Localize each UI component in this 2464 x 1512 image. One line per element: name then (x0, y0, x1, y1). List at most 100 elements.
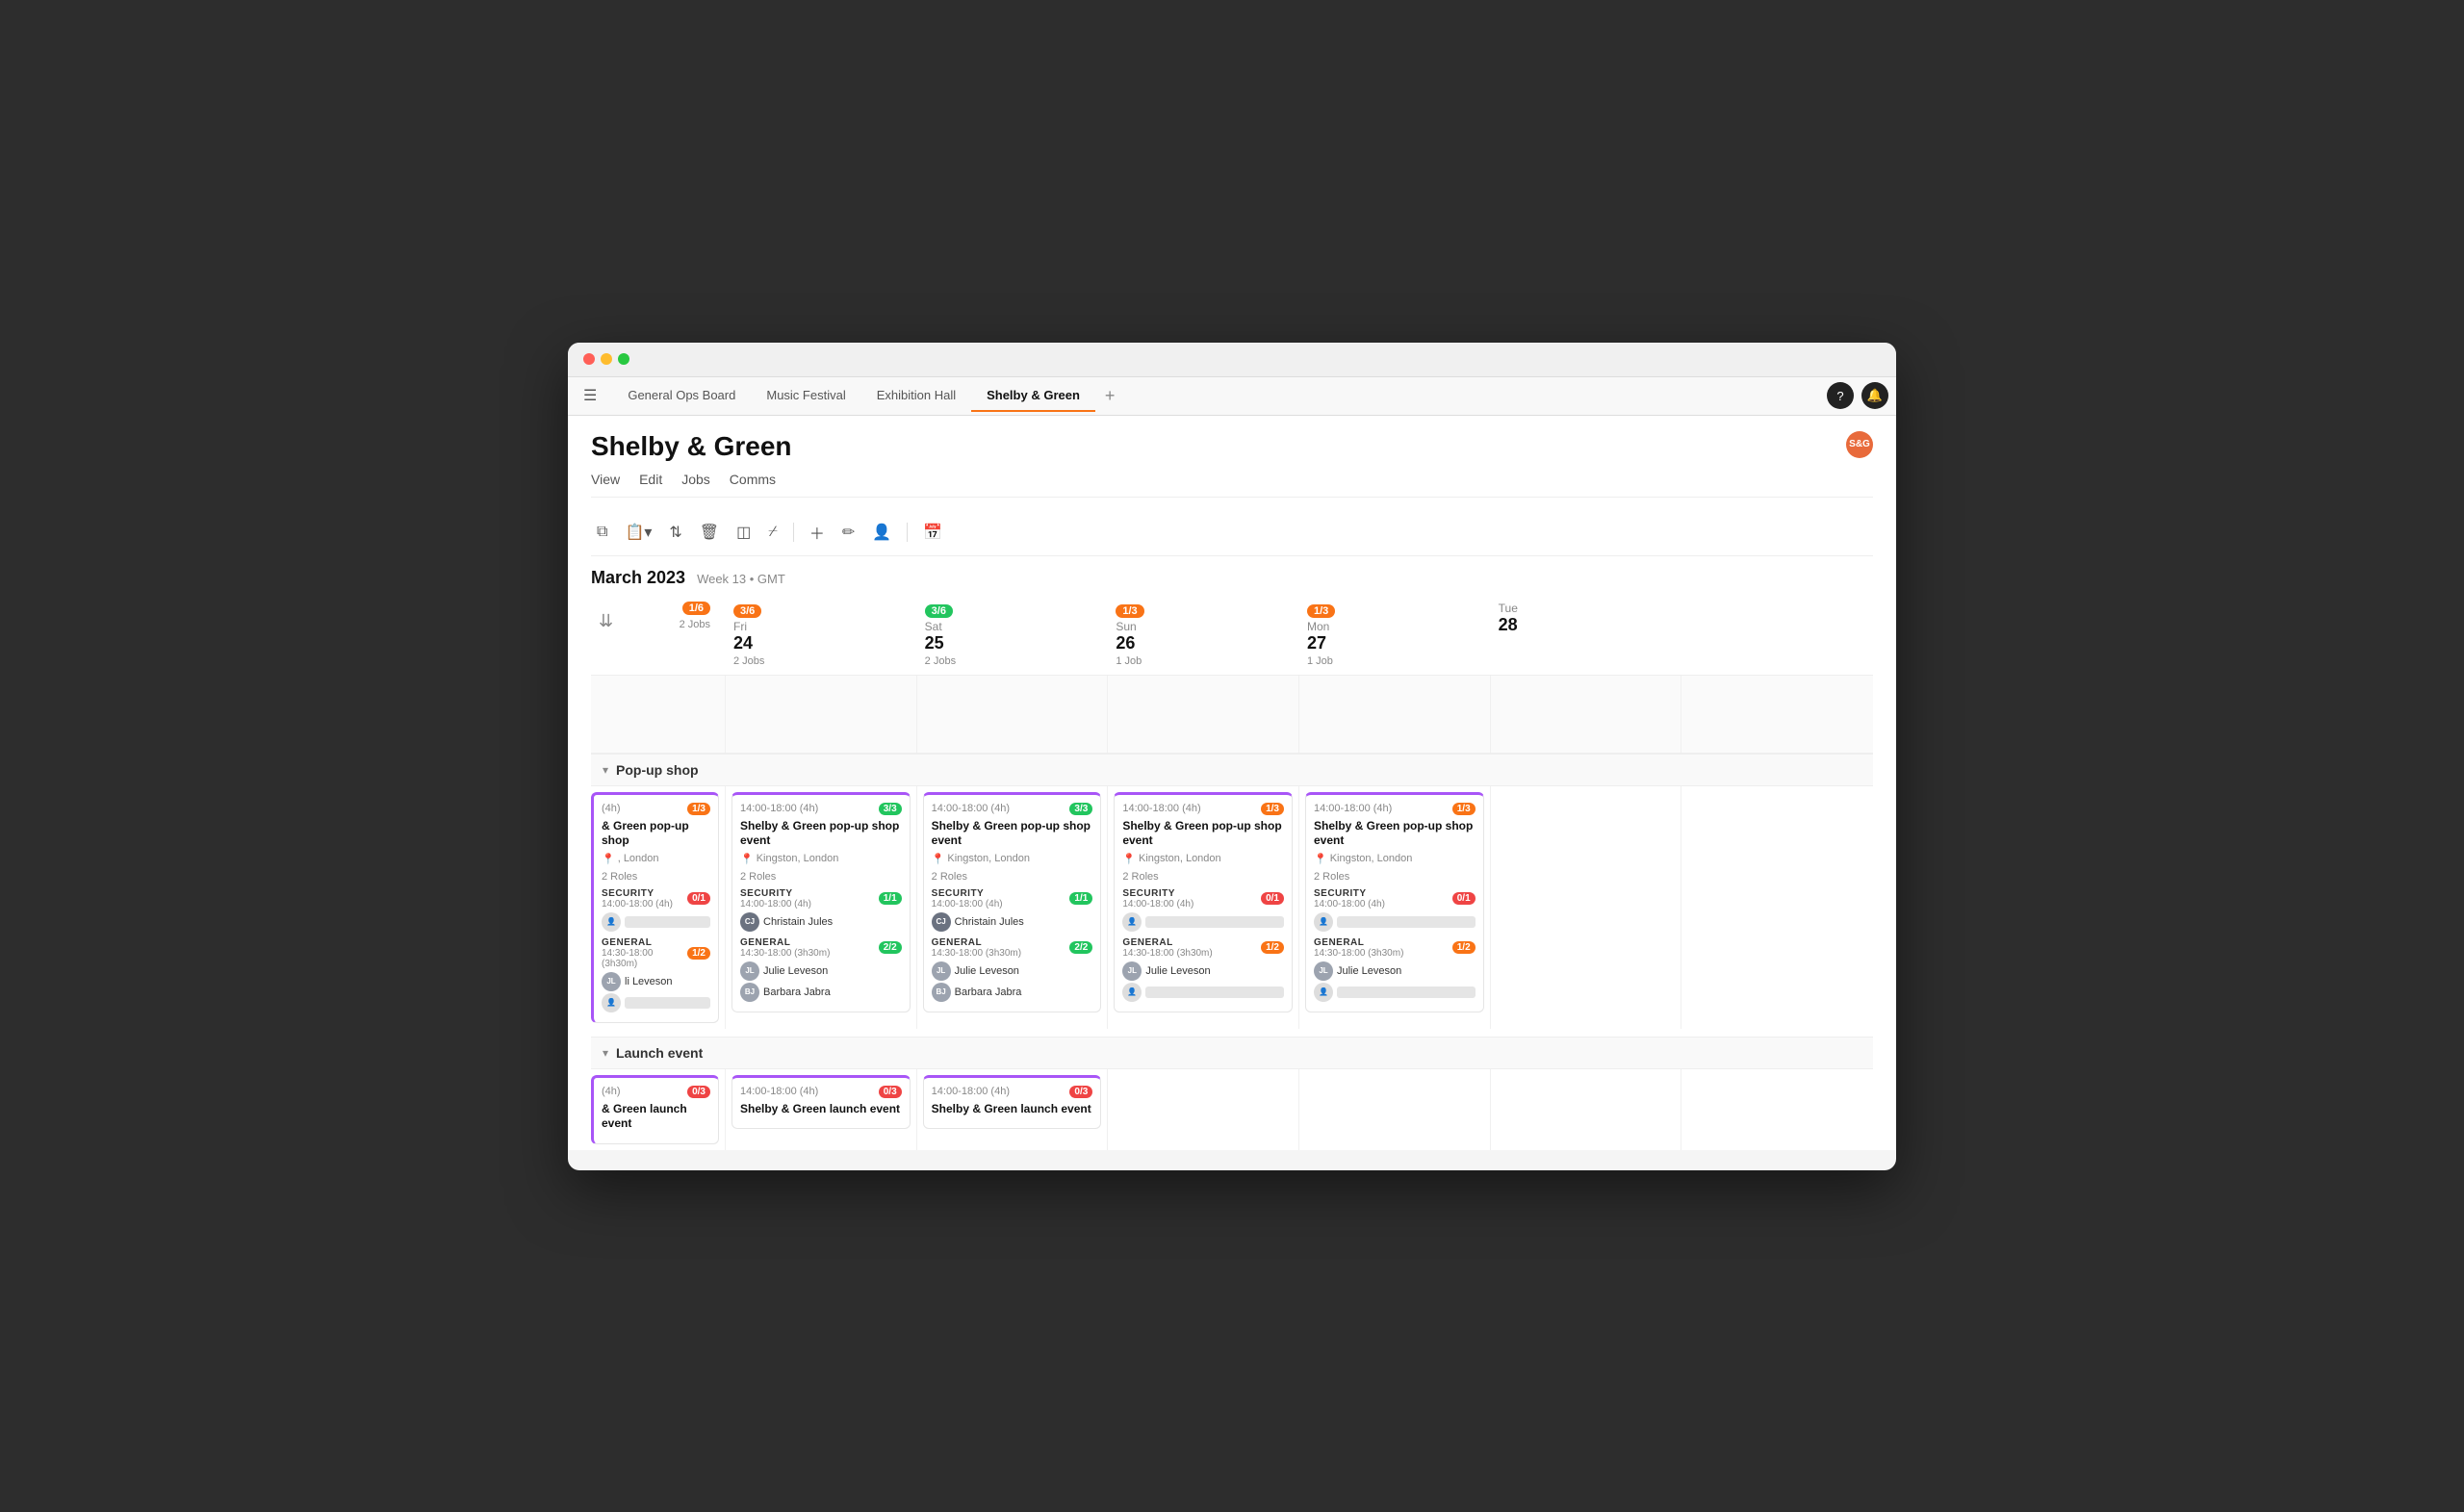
help-button[interactable]: ? (1827, 382, 1854, 409)
menu-button[interactable]: ☰ (576, 382, 604, 409)
event-card-fri-launch[interactable]: 14:00-18:00 (4h) 0/3 Shelby & Green laun… (732, 1075, 911, 1130)
role-badge-general-sun: 1/2 (1261, 941, 1284, 954)
tab-exhibition-hall[interactable]: Exhibition Hall (861, 380, 971, 412)
worker-name-christain-sat: Christain Jules (955, 916, 1024, 928)
sun-label: Sun (1116, 620, 1292, 633)
worker-placeholder-mon: 👤 (1314, 912, 1476, 932)
nav-view[interactable]: View (591, 470, 620, 489)
role-time-general-sat: 14:30-18:00 (3h30m) (932, 948, 1021, 959)
mon-jobs: 1 Job (1307, 655, 1483, 667)
worker-avatar-barbara-sat: BJ (932, 983, 951, 1002)
toolbar-divider (793, 523, 794, 542)
worker-name-placeholder-0 (625, 916, 710, 928)
tab-music-festival[interactable]: Music Festival (751, 380, 860, 412)
event-card-label-popup[interactable]: (4h) 1/3 & Green pop-up shop 📍, London 2… (591, 792, 719, 1023)
event-location-sun: 📍 Kingston, London (1122, 853, 1284, 865)
role-name-general-sun: GENERAL (1122, 937, 1212, 948)
role-name-security-sun: SECURITY (1122, 888, 1194, 899)
fri-badge: 3/6 (733, 604, 761, 618)
role-general-fri: GENERAL 14:30-18:00 (3h30m) 2/2 JL Julie… (740, 937, 902, 1002)
sat-jobs: 2 Jobs (925, 655, 1101, 667)
section-popup-shop: ▾ Pop-up shop (591, 754, 1873, 786)
nav-jobs[interactable]: Jobs (681, 470, 710, 489)
grid-header-tue: Tue 28 (1491, 596, 1682, 675)
worker-christain-fri: CJ Christain Jules (740, 912, 902, 932)
role-general-mon: GENERAL 14:30-18:00 (3h30m) 1/2 JL Julie… (1314, 937, 1476, 1002)
copy-button[interactable]: ⧉ (591, 520, 613, 545)
slash-button[interactable]: ⌿ (762, 520, 783, 545)
event-card-sun-popup[interactable]: 14:00-18:00 (4h) 1/3 Shelby & Green pop-… (1114, 792, 1293, 1012)
worker-name-li-0: li Leveson (625, 976, 673, 987)
paste-button[interactable]: 📋▾ (619, 519, 657, 546)
worker-name-placeholder-general-0 (625, 997, 710, 1009)
tab-shelby-green[interactable]: Shelby & Green (971, 380, 1095, 412)
add-tab-button[interactable]: + (1095, 382, 1125, 410)
launch-event-toggle[interactable]: ▾ (603, 1046, 608, 1060)
role-time-security-0: 14:00-18:00 (4h) (602, 899, 673, 910)
edit-button[interactable]: ✏ (836, 519, 860, 546)
role-name-security-0: SECURITY (602, 888, 673, 899)
mon-badge: 1/3 (1307, 604, 1335, 618)
event-location-fri: 📍 Kingston, London (740, 853, 902, 865)
event-card-fri-popup[interactable]: 14:00-18:00 (4h) 3/3 Shelby & Green pop-… (732, 792, 911, 1012)
tab-general-ops-board[interactable]: General Ops Board (612, 380, 751, 412)
maximize-button[interactable] (618, 353, 629, 365)
worker-avatar-julie-fri: JL (740, 961, 759, 981)
grid-header: 1/6 2 Jobs ⇊ 3/6 Fri 24 2 Jobs 3/6 Sat 2… (591, 596, 1873, 676)
location-pin-icon-0: 📍 (602, 853, 615, 865)
layers-button[interactable]: ◫ (731, 519, 757, 546)
event-title-sat-launch: Shelby & Green launch event (932, 1102, 1093, 1117)
worker-avatar-placeholder2-mon: 👤 (1314, 983, 1333, 1002)
collapse-all-button[interactable]: ⇊ (599, 611, 613, 631)
role-badge-security-sat: 1/1 (1069, 892, 1092, 905)
worker-name-julie-sat: Julie Leveson (955, 965, 1019, 977)
close-button[interactable] (583, 353, 595, 365)
delete-button[interactable]: 🗑 (694, 519, 725, 546)
role-name-security-fri: SECURITY (740, 888, 811, 899)
event-time-launch-0: (4h) (602, 1086, 621, 1097)
role-badge-general-mon: 1/2 (1452, 941, 1476, 954)
role-badge-security-mon: 0/1 (1452, 892, 1476, 905)
role-general-0: GENERAL 14:30-18:00 (3h30m) 1/2 JL li Le… (602, 937, 710, 1012)
worker-avatar-placeholder-mon: 👤 (1314, 912, 1333, 932)
role-time-general-mon: 14:30-18:00 (3h30m) (1314, 948, 1403, 959)
event-card-sat-launch[interactable]: 14:00-18:00 (4h) 0/3 Shelby & Green laun… (923, 1075, 1102, 1130)
worker-barbara-fri: BJ Barbara Jabra (740, 983, 902, 1002)
worker-avatar-placeholder-general-0: 👤 (602, 993, 621, 1012)
event-badge-fri: 3/3 (879, 803, 902, 815)
worker-name-placeholder2-mon (1337, 987, 1476, 998)
popup-shop-fri-cell: 14:00-18:00 (4h) 3/3 Shelby & Green pop-… (726, 786, 917, 1029)
nav-comms[interactable]: Comms (730, 470, 776, 489)
launch-event-sun-cell (1108, 1069, 1299, 1150)
notifications-button[interactable]: 🔔 (1861, 382, 1888, 409)
role-badge-security-fri: 1/1 (879, 892, 902, 905)
calendar-week: Week 13 • GMT (697, 572, 785, 586)
event-card-label-launch[interactable]: (4h) 0/3 & Green launch event (591, 1075, 719, 1144)
event-roles-0: 2 Roles (602, 871, 710, 883)
popup-shop-sun-cell: 14:00-18:00 (4h) 1/3 Shelby & Green pop-… (1108, 786, 1299, 1029)
worker-name-placeholder2-sun (1145, 987, 1284, 998)
event-location-0: 📍, London (602, 853, 710, 865)
calendar-button[interactable]: 📅 (917, 519, 948, 546)
worker-name-placeholder-mon (1337, 916, 1476, 928)
role-badge-general-0: 1/2 (687, 947, 710, 960)
minimize-button[interactable] (601, 353, 612, 365)
user-avatar[interactable]: S&G (1846, 431, 1873, 458)
filter-button[interactable]: ⇅ (663, 519, 687, 546)
role-time-general-sun: 14:30-18:00 (3h30m) (1122, 948, 1212, 959)
nav-edit[interactable]: Edit (639, 470, 662, 489)
role-time-security-sun: 14:00-18:00 (4h) (1122, 899, 1194, 910)
event-card-sat-popup[interactable]: 14:00-18:00 (4h) 3/3 Shelby & Green pop-… (923, 792, 1102, 1012)
empty-sat-cell (917, 676, 1109, 753)
assign-button[interactable]: 👤 (866, 519, 897, 546)
worker-avatar-placeholder-sun: 👤 (1122, 912, 1142, 932)
popup-shop-title: Pop-up shop (616, 762, 699, 778)
event-title-launch-0: & Green launch event (602, 1102, 710, 1132)
event-time-0: (4h) (602, 803, 621, 814)
add-button[interactable]: ＋ (804, 517, 831, 548)
event-card-mon-popup[interactable]: 14:00-18:00 (4h) 1/3 Shelby & Green pop-… (1305, 792, 1484, 1012)
popup-shop-toggle[interactable]: ▾ (603, 763, 608, 777)
launch-event-title: Launch event (616, 1045, 703, 1061)
grid-header-sat: 3/6 Sat 25 2 Jobs (917, 596, 1109, 675)
worker-avatar-placeholder-0: 👤 (602, 912, 621, 932)
